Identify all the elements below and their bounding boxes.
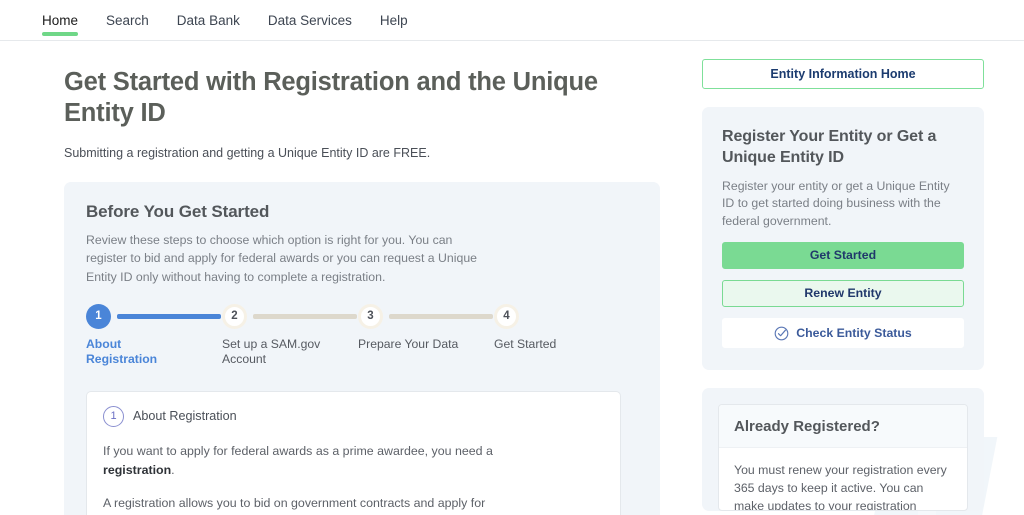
step-connector-2 [253,313,357,319]
stepper-step-3[interactable]: 3 Prepare Your Data [358,303,494,353]
before-you-get-started-card: Before You Get Started Review these step… [64,182,660,515]
nav-item-label: Data Bank [176,12,240,28]
registration-stepper: 1 About Registration 2 Set up a SAM.gov … [86,303,638,368]
get-started-button[interactable]: Get Started [722,242,964,270]
page-body: Get Started with Registration and the Un… [0,41,1024,515]
nav-item-label: Home [42,12,79,28]
already-registered-body: You must renew your registration every 3… [734,463,947,511]
nav-item-label: Help [379,12,408,28]
nav-item-search[interactable]: Search [92,0,163,40]
stepper-step-4[interactable]: 4 Get Started [494,303,590,353]
about-registration-paragraph-2: A registration allows you to bid on gove… [103,496,520,515]
entity-information-home-wrap: Entity Information Home [702,41,984,89]
already-registered-card: Already Registered? You must renew your … [702,388,984,512]
stepper-step-2-row: 2 [222,303,358,329]
before-you-get-started-title: Before You Get Started [86,202,270,222]
nav-item-home[interactable]: Home [36,0,92,40]
register-entity-title: Register Your Entity or Get a Unique Ent… [722,128,937,166]
nav-item-data-bank[interactable]: Data Bank [163,0,254,40]
paragraph-1-text-b: . [171,462,175,477]
page-title: Get Started with Registration and the Un… [64,68,598,127]
nav-item-data-services[interactable]: Data Services [254,0,366,40]
step-connector-1 [117,313,221,319]
step-connector-3 [389,313,493,319]
stepper-step-2[interactable]: 2 Set up a SAM.gov Account [222,303,358,368]
entity-information-home-button[interactable]: Entity Information Home [702,59,984,89]
step-circle-1[interactable]: 1 [86,303,111,329]
stepper-step-1[interactable]: 1 About Registration [86,303,222,368]
stepper-step-1-row: 1 [86,303,222,329]
about-registration-panel: 1 About Registration If you want to appl… [86,390,621,515]
nav-item-label: Search [106,12,149,28]
step-label-3[interactable]: Prepare Your Data [358,337,466,353]
page-subtitle: Submitting a registration and getting a … [64,146,431,161]
step-label-2[interactable]: Set up a SAM.gov Account [222,337,330,368]
about-registration-title: About Registration [133,409,237,424]
nav-item-label: Data Services [267,12,352,28]
stepper-step-4-row: 4 [494,303,590,329]
left-column: Get Started with Registration and the Un… [64,41,660,515]
step-circle-2[interactable]: 2 [222,303,247,329]
main-navigation: Home Search Data Bank Data Services Help [0,0,1024,41]
step-label-1[interactable]: About Registration [86,337,194,368]
paragraph-1-bold: registration [103,462,172,477]
paragraph-1-text-a: If you want to apply for federal awards … [103,443,493,458]
step-label-4[interactable]: Get Started [494,337,590,353]
renew-entity-button[interactable]: Renew Entity [722,280,964,308]
register-entity-description: Register your entity or get a Unique Ent… [722,178,950,229]
nav-item-help[interactable]: Help [366,0,422,40]
check-entity-status-label: Check Entity Status [796,325,912,340]
check-circle-icon [774,326,789,340]
stepper-step-3-row: 3 [358,303,494,329]
right-column: Entity Information Home Register Your En… [702,41,984,515]
about-registration-step-number: 1 [103,405,124,427]
check-entity-status-button[interactable]: Check Entity Status [722,318,964,349]
before-you-get-started-description: Review these steps to choose which optio… [86,233,477,284]
already-registered-inner: Already Registered? You must renew your … [718,404,968,512]
step-circle-3[interactable]: 3 [358,303,383,329]
step-circle-4[interactable]: 4 [494,303,519,329]
about-registration-paragraph-1: If you want to apply for federal awards … [103,442,523,479]
already-registered-title: Already Registered? [719,405,967,449]
page-content: Get Started with Registration and the Un… [0,41,1024,515]
register-entity-card: Register Your Entity or Get a Unique Ent… [702,107,984,371]
about-registration-header: 1 About Registration [103,405,604,427]
